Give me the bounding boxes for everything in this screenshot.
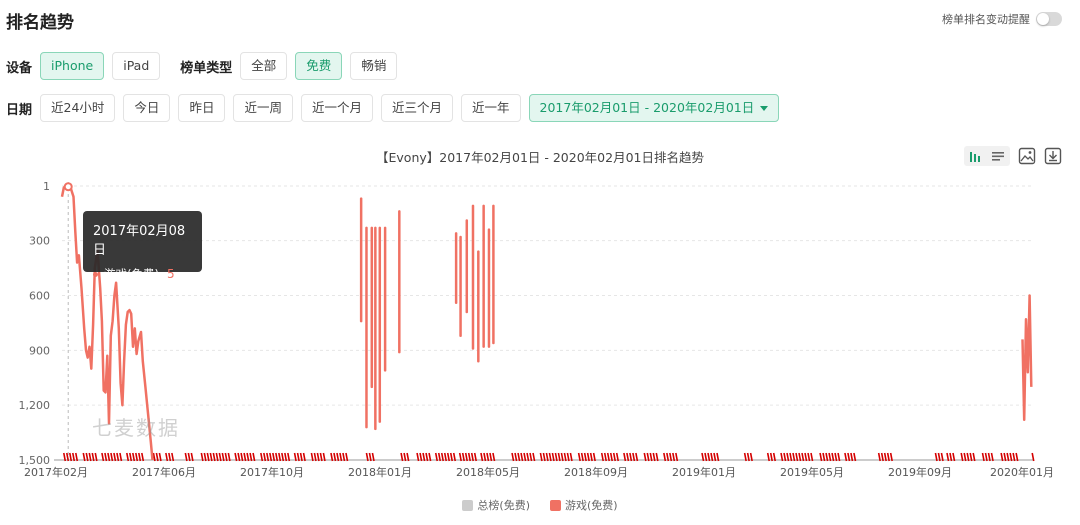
y-tick-label: 300 <box>29 235 50 248</box>
legend-item-game[interactable]: 游戏(免费) <box>550 497 618 513</box>
x-tick-label: 2017年02月 <box>24 465 88 479</box>
legend-swatch-total <box>462 499 474 511</box>
x-tick-label: 2017年06月 <box>132 465 196 479</box>
tooltip-series-dot <box>93 271 98 277</box>
legend-label-game: 游戏(免费) <box>565 499 618 512</box>
legend-swatch-game <box>550 499 561 511</box>
y-tick-label: 900 <box>29 344 50 357</box>
chart-tooltip: 2017年02月08日 游戏(免费) 5 <box>83 211 202 281</box>
x-tick-label: 2019年01月 <box>672 465 736 479</box>
x-tick-label: 2018年05月 <box>456 465 520 479</box>
x-tick-label: 2019年05月 <box>780 465 844 479</box>
x-tick-label: 2020年01月 <box>990 465 1054 479</box>
tooltip-value: 5 <box>166 267 175 281</box>
watermark: 七麦数据 <box>92 416 180 440</box>
y-tick-label: 600 <box>29 289 50 302</box>
legend-label-total: 总榜(免费) <box>477 499 530 512</box>
y-tick-label: 1,200 <box>19 399 51 412</box>
y-tick-label: 1 <box>43 180 50 193</box>
tooltip-series-name: 游戏(免费) <box>104 267 159 281</box>
legend-item-total[interactable]: 总榜(免费) <box>462 497 530 513</box>
tooltip-row: 游戏(免费) 5 <box>93 266 192 282</box>
x-tick-label: 2019年09月 <box>888 465 952 479</box>
hover-point <box>63 182 73 192</box>
tooltip-date: 2017年02月08日 <box>93 224 186 258</box>
x-tick-label: 2018年01月 <box>348 465 412 479</box>
series-line-game-late <box>1021 294 1033 422</box>
chart-legend: 总榜(免费) 游戏(免费) <box>0 497 1080 513</box>
x-tick-label: 2018年09月 <box>564 465 628 479</box>
x-tick-label: 2017年10月 <box>240 465 304 479</box>
